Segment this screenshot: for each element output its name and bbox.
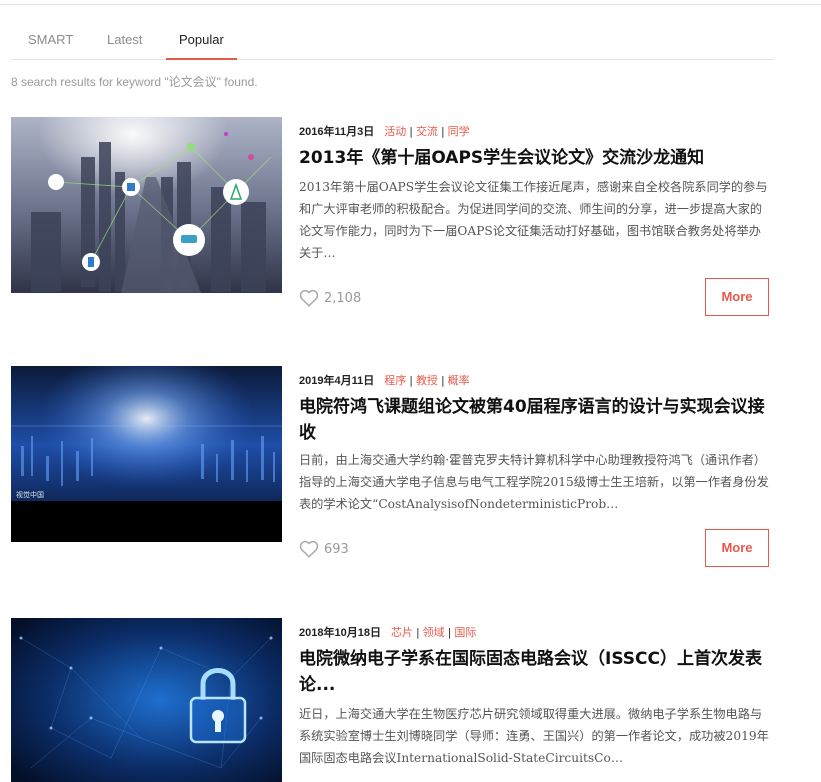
heart-icon bbox=[299, 540, 319, 558]
result-tag[interactable]: 交流 bbox=[416, 125, 438, 138]
tab-popular[interactable]: Popular bbox=[166, 22, 237, 60]
result-title[interactable]: 电院微纳电子学系在国际固态电路会议（ISSCC）上首次发表论... bbox=[299, 646, 774, 698]
more-button[interactable]: More bbox=[705, 529, 769, 567]
like-button[interactable]: 2,108 bbox=[299, 289, 361, 307]
result-excerpt: 2013年第十届OAPS学生会议论文征集工作接近尾声，感谢来自全校各院系同学的参… bbox=[299, 180, 768, 260]
more-button[interactable]: More bbox=[705, 278, 769, 316]
result-tag[interactable]: 领域 bbox=[423, 626, 445, 639]
result-tag[interactable]: 芯片 bbox=[391, 626, 413, 639]
like-count: 2,108 bbox=[324, 290, 362, 306]
result-item: 视觉中国 2019年4月11日 程序 | 教授 | 概率 电院符鸿飞课题组论文被第40届程… bbox=[11, 366, 774, 567]
result-tag[interactable]: 同学 bbox=[448, 125, 470, 138]
result-title[interactable]: 电院符鸿飞课题组论文被第40届程序语言的设计与实现会议接收 bbox=[299, 394, 774, 446]
result-item: 2018年10月18日 芯片 | 领域 | 国际 电院微纳电子学系在国际固态电路会议（IS… bbox=[11, 618, 774, 782]
result-tag[interactable]: 活动 bbox=[384, 125, 406, 138]
result-meta: 2019年4月11日 程序 | 教授 | 概率 bbox=[299, 374, 470, 387]
top-divider bbox=[0, 4, 821, 5]
result-meta: 2018年10月18日 芯片 | 领域 | 国际 bbox=[299, 626, 477, 639]
tab-latest[interactable]: Latest bbox=[107, 22, 142, 60]
result-tag[interactable]: 概率 bbox=[448, 374, 470, 387]
result-excerpt: 日前，由上海交通大学约翰·霍普克罗夫特计算机科学中心助理教授符鸿飞（通讯作者）指… bbox=[299, 453, 769, 511]
tab-smart[interactable]: SMART bbox=[28, 22, 73, 60]
result-thumbnail-security-lock[interactable] bbox=[11, 618, 282, 782]
image-watermark: 视觉中国 bbox=[16, 490, 44, 499]
result-thumbnail-digital-code[interactable]: 视觉中国 bbox=[11, 366, 282, 542]
result-title[interactable]: 2013年《第十届OAPS学生会议论文》交流沙龙通知 bbox=[299, 145, 774, 171]
result-thumbnail-smart-city[interactable] bbox=[11, 117, 282, 293]
result-date: 2018年10月18日 bbox=[299, 627, 381, 639]
search-summary: 8 search results for keyword "论文会议" foun… bbox=[11, 75, 258, 89]
result-tag[interactable]: 国际 bbox=[454, 626, 476, 639]
result-tag[interactable]: 教授 bbox=[416, 374, 438, 387]
result-meta: 2016年11月3日 活动 | 交流 | 同学 bbox=[299, 125, 470, 138]
heart-icon bbox=[299, 289, 319, 307]
result-date: 2019年4月11日 bbox=[299, 375, 375, 387]
result-tabs: SMART Latest Popular bbox=[11, 22, 774, 60]
result-date: 2016年11月3日 bbox=[299, 126, 375, 138]
result-excerpt: 近日，上海交通大学在生物医疗芯片研究领域取得重大进展。微纳电子学系生物电路与系统… bbox=[299, 707, 769, 765]
like-count: 693 bbox=[324, 541, 349, 557]
like-button[interactable]: 693 bbox=[299, 540, 349, 558]
result-tag[interactable]: 程序 bbox=[384, 374, 406, 387]
result-item: 2016年11月3日 活动 | 交流 | 同学 2013年《第十届OAPS学生会议论文》交… bbox=[11, 117, 774, 316]
